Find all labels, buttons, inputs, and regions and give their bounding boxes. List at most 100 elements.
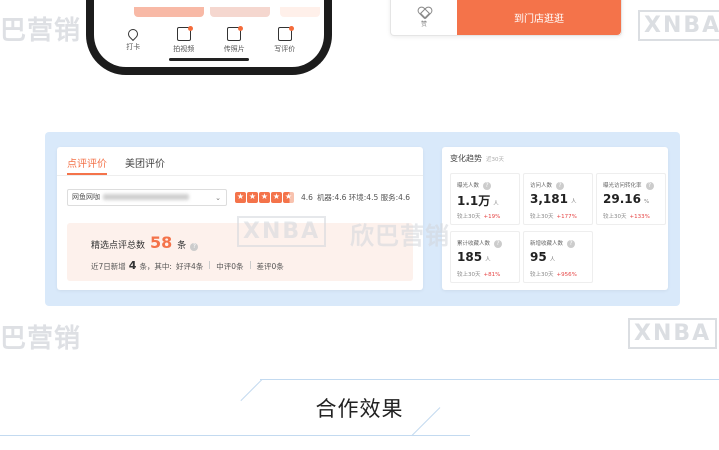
metric-unit: 人	[549, 257, 556, 263]
good-count: 好评4条	[175, 262, 204, 271]
tab-meituan-reviews[interactable]: 美团评价	[125, 147, 165, 175]
metric-compare: 较上30天	[457, 214, 481, 220]
watermark-logo: XNBA	[638, 10, 719, 41]
metric-card[interactable]: 曝光访问转化率? 29.16% 较上30天 +133%	[596, 173, 666, 225]
metric-value: 185	[457, 250, 483, 264]
metric-unit: 人	[485, 257, 491, 263]
metric-change: +133%	[629, 214, 650, 220]
divider	[249, 261, 251, 269]
metric-change: +177%	[556, 214, 577, 220]
metric-change: +19%	[483, 214, 501, 220]
watermark-brand: 巴营销	[0, 324, 82, 354]
camera-icon	[227, 26, 244, 41]
chevron-down-icon: ⌄	[215, 193, 221, 202]
video-icon	[176, 26, 193, 41]
help-icon[interactable]: ?	[645, 182, 654, 190]
tab-video[interactable]: 拍视频	[164, 26, 204, 54]
watermark-logo: XNBA	[628, 318, 718, 349]
star-icon: ★	[235, 191, 246, 203]
metric-label: 访问人数	[530, 183, 553, 189]
phone-mockup: 打卡 拍视频 传照片 写评价	[86, 0, 332, 75]
metric-compare: 较上30天	[530, 272, 554, 278]
watermark-brand: 巴营销	[0, 16, 82, 46]
metric-value: 29.16	[603, 192, 641, 206]
recent-label: 近7日新增	[91, 262, 126, 271]
watermark-logo: XNBA	[237, 216, 327, 247]
rating-score: 4.6	[301, 192, 313, 202]
edit-icon	[277, 26, 294, 41]
metric-card[interactable]: 曝光人数? 1.1万人 较上30天 +19%	[450, 173, 520, 225]
tab-checkin[interactable]: 打卡	[113, 26, 153, 54]
recent-unit: 条，其中:	[139, 262, 172, 271]
star-icon: ★	[247, 191, 258, 203]
tab-label: 写评价	[274, 45, 296, 53]
tab-label: 打卡	[126, 43, 141, 51]
section-title: 合作效果	[315, 397, 404, 421]
metric-change: +81%	[483, 272, 501, 278]
metric-label: 曝光人数	[457, 183, 480, 189]
phone-tab-bar: 打卡 拍视频 传照片 写评价	[108, 26, 310, 54]
section-header: 合作效果	[0, 365, 719, 450]
shop-name-redacted	[103, 194, 189, 200]
tab-review[interactable]: 写评价	[265, 26, 305, 54]
store-card: 赞 到门店逛逛	[390, 0, 622, 36]
trends-title: 变化趋势 近30天	[450, 153, 504, 164]
trends-title-text: 变化趋势	[450, 154, 482, 163]
metric-label: 新增收藏人数	[530, 241, 564, 247]
metric-unit: 人	[493, 201, 499, 207]
help-icon[interactable]: ?	[556, 182, 565, 190]
metric-value: 1.1万	[457, 194, 491, 208]
recent-count: 4	[128, 259, 137, 272]
home-indicator	[169, 58, 249, 61]
shop-select[interactable]: 网鱼网咖 ⌄	[67, 188, 227, 206]
metric-value: 3,181	[530, 192, 568, 206]
metric-change: +956%	[556, 272, 577, 278]
help-icon[interactable]: ?	[494, 240, 503, 248]
medium-count: 中评0条	[216, 262, 244, 271]
metric-card[interactable]: 新增收藏人数? 95 人 较上30天 +956%	[523, 231, 593, 283]
decor-line	[260, 379, 719, 380]
promo-banner	[134, 7, 204, 17]
visit-store-button[interactable]: 到门店逛逛	[457, 0, 621, 35]
divider	[209, 261, 211, 269]
heart-icon	[418, 6, 430, 17]
promo-banner	[280, 7, 320, 17]
star-rating: ★ ★ ★ ★ ★	[235, 191, 295, 203]
metric-compare: 较上30天	[530, 214, 554, 220]
metric-card[interactable]: 访问人数? 3,181 人 较上30天 +177%	[523, 173, 593, 225]
page: 巴营销 XNBA 巴营销 XNBA 打卡 拍视频 传照片 写评价 赞 到门店逛逛…	[0, 0, 719, 450]
tab-photo[interactable]: 传照片	[214, 26, 254, 54]
shop-name: 网鱼网咖	[72, 193, 100, 201]
metric-label: 累计收藏人数	[457, 241, 491, 247]
watermark-brand: 欣巴营销	[350, 222, 450, 250]
star-icon: ★	[271, 191, 282, 203]
metric-compare: 较上30天	[603, 214, 627, 220]
help-icon[interactable]: ?	[567, 240, 576, 248]
tab-label: 传照片	[223, 45, 245, 53]
tab-dianping-reviews[interactable]: 点评评价	[67, 147, 107, 175]
favorite-button[interactable]: 赞	[399, 6, 449, 28]
favorite-label: 赞	[420, 21, 427, 28]
help-icon[interactable]: ?	[483, 182, 492, 190]
sub-scores: 机器:4.6 环境:4.5 服务:4.6	[316, 192, 411, 202]
metric-unit: 人	[570, 199, 577, 205]
map-pin-icon	[126, 26, 141, 42]
dashboard-panel: 点评评价 美团评价 网鱼网咖 ⌄ ★ ★ ★ ★ ★ 4.6 机器:4.6 环境…	[45, 132, 680, 306]
help-icon[interactable]: ?	[190, 243, 199, 251]
star-half-icon: ★	[283, 191, 294, 203]
decor-line	[0, 435, 470, 436]
summary-label: 精选点评总数	[91, 241, 146, 251]
bad-count: 差评0条	[256, 262, 284, 271]
metric-card[interactable]: 累计收藏人数? 185 人 较上30天 +81%	[450, 231, 520, 283]
summary-count: 58	[150, 233, 173, 252]
metric-value: 95	[530, 250, 547, 264]
review-tabs: 点评评价 美团评价	[57, 147, 423, 176]
metric-unit: %	[643, 199, 650, 205]
tab-label: 拍视频	[173, 45, 195, 53]
star-icon: ★	[259, 191, 270, 203]
promo-banner	[210, 7, 270, 17]
summary-unit: 条	[177, 241, 187, 251]
trends-subtitle: 近30天	[486, 157, 504, 163]
shop-row: 网鱼网咖 ⌄ ★ ★ ★ ★ ★ 4.6 机器:4.6 环境:4.5 服务:4.…	[57, 188, 423, 206]
metric-label: 曝光访问转化率	[603, 183, 642, 189]
